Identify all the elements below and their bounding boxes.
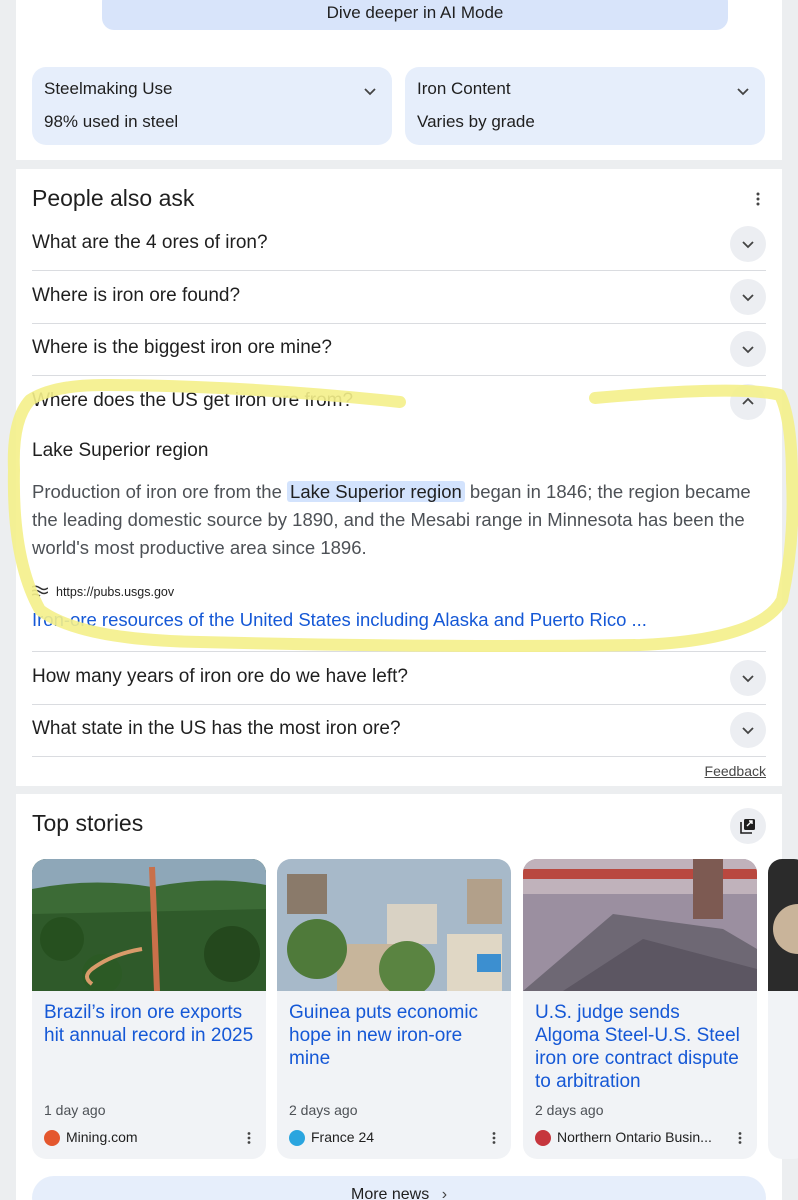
story-image [32,859,266,991]
story-title: Brazil’s iron ore exports hit annual rec… [44,1002,254,1046]
chip-steelmaking-use[interactable]: Steelmaking Use 98% used in steel [32,67,392,145]
paa-question[interactable]: Where is the biggest iron ore mine? [32,323,766,376]
paa-question[interactable]: What state in the US has the most iron o… [32,704,766,757]
chevron-down-icon[interactable] [730,279,766,315]
more-vert-icon[interactable] [750,191,766,207]
story-image [523,859,757,991]
story-time: 1 day ago [44,1102,106,1118]
paa-title: People also ask [32,185,195,211]
story-image [277,859,511,991]
source-url: https://pubs.usgs.gov [56,585,175,599]
people-also-ask-card: People also ask What are the 4 ores of i… [16,169,782,786]
chip-value: 98% used in steel [44,112,179,131]
paa-question-text: How many years of iron ore do we have le… [32,666,408,687]
chip-title: Steelmaking Use [44,79,173,98]
more-vert-icon[interactable] [487,1131,501,1145]
more-vert-icon[interactable] [733,1131,747,1145]
source-link[interactable]: Iron-ore resources of the United States … [32,609,647,631]
paa-question-text: What are the 4 ores of iron? [32,232,268,253]
mining-com-logo [44,1130,60,1146]
feedback-link[interactable]: Feedback [705,763,766,779]
chevron-right-icon: › [441,1186,448,1200]
answer-highlight: Lake Superior region [287,481,465,502]
usgs-logo [32,585,48,597]
story-source: Mining.com [44,1129,256,1147]
top-stories-title: Top stories [32,810,144,836]
more-news-button[interactable]: More news › [32,1176,766,1200]
answer-short: Lake Superior region [32,440,209,461]
story-source-name: Mining.com [66,1129,138,1145]
chevron-up-icon[interactable] [730,384,766,420]
paa-question-text: Where is iron ore found? [32,285,241,306]
chip-value: Varies by grade [417,112,535,131]
paa-question[interactable]: Where is iron ore found? [32,271,766,324]
story-source-name: France 24 [311,1129,375,1145]
story-card[interactable]: Brazil’s iron ore exports hit annual rec… [32,859,266,1159]
top-stories-card: Top stories Brazil’s iron ore exports hi… [16,794,798,1200]
answer-text: Production of iron ore from the [32,481,282,502]
chevron-down-icon[interactable] [730,226,766,262]
chevron-down-icon[interactable] [730,660,766,696]
open-in-new-icon[interactable] [730,808,766,844]
story-time: 2 days ago [535,1102,604,1118]
story-time: 2 days ago [289,1102,358,1118]
paa-question-text: Where is the biggest iron ore mine? [32,337,332,358]
paa-question[interactable]: What are the 4 ores of iron? [32,218,766,271]
story-card[interactable]: Guinea puts economic hope in new iron-or… [277,859,511,1159]
chip-iron-content[interactable]: Iron Content Varies by grade [405,67,765,145]
chevron-down-icon[interactable] [730,331,766,367]
story-card[interactable]: U.S. judge sends Algoma Steel-U.S. Steel… [523,859,757,1159]
story-source: Northern Ontario Busin... [535,1129,747,1147]
chip-title: Iron Content [417,79,511,98]
paa-question-expanded[interactable]: Where does the US get iron ore from? [32,376,766,429]
paa-question-text: What state in the US has the most iron o… [32,718,401,739]
more-news-label: More news [350,1186,430,1200]
paa-question[interactable]: How many years of iron ore do we have le… [32,652,766,705]
more-vert-icon[interactable] [242,1131,256,1145]
answer-body: Production of iron ore from the Lake Sup… [32,478,768,562]
story-card-partial[interactable] [768,859,798,1159]
france-24-logo [289,1130,305,1146]
story-title: Guinea puts economic hope in new iron-or… [289,1002,479,1069]
ai-overview-card: Dive deeper in AI Mode Steelmaking Use 9… [16,0,782,160]
chevron-down-icon [364,88,376,96]
chevron-down-icon[interactable] [730,712,766,748]
paa-question-text: Where does the US get iron ore from? [32,390,354,411]
ai-mode-button[interactable]: Dive deeper in AI Mode [102,0,728,30]
story-source-name: Northern Ontario Busin... [557,1129,712,1145]
story-source: France 24 [289,1129,501,1147]
story-title: U.S. judge sends Algoma Steel-U.S. Steel… [535,1002,740,1092]
northern-ontario-business-logo [535,1130,551,1146]
chevron-down-icon [737,88,749,96]
story-image [768,859,798,991]
